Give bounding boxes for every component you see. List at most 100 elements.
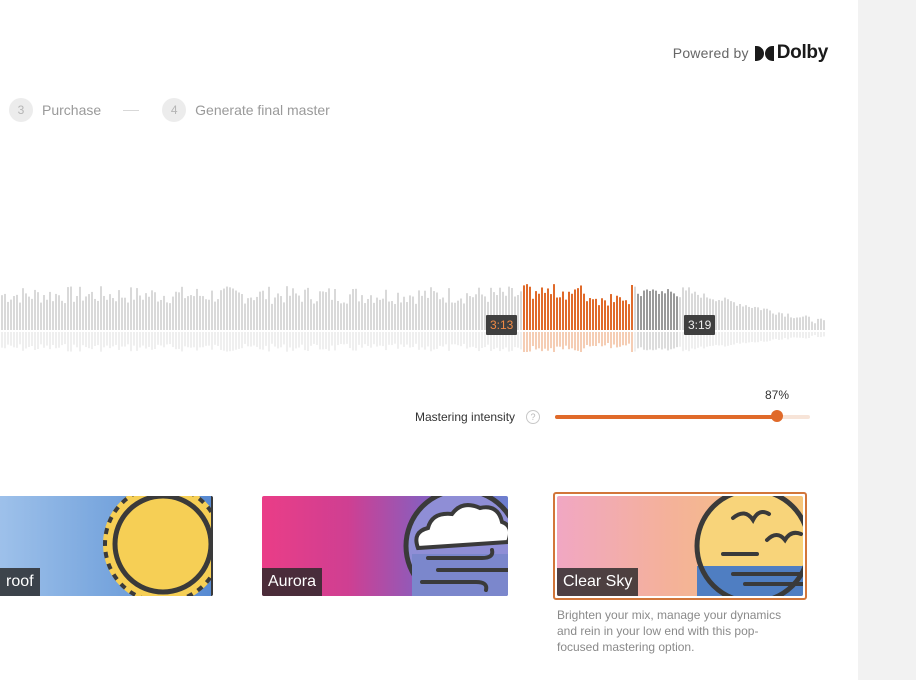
waveform-reflection-bar [328,332,330,351]
waveform-reflection-bar [586,332,588,345]
waveform-reflection-bar [352,332,354,351]
waveform-bar [283,302,285,330]
waveform-bar [82,300,84,330]
waveform-reflection-bar [757,332,759,343]
waveform-bar [553,284,555,330]
waveform-reflection-bar [94,332,96,346]
waveform-reflection-bar [610,332,612,349]
waveform-reflection-bar [523,332,525,352]
waveform-bar [334,289,336,330]
waveform-reflection-bar [253,332,255,346]
waveform-bar [343,302,345,330]
waveform-reflection-bar [817,332,819,337]
waveform-bar [715,301,717,330]
waveform-bar [238,292,240,330]
waveform-reflection-bar [796,332,798,338]
waveform-bar [352,289,354,330]
waveform-bar [418,290,420,330]
waveform-reflection-bar [394,332,396,344]
waveform-reflection-bar [49,332,51,350]
waveform-bar [220,290,222,330]
waveform-bar [271,303,273,330]
waveform-reflection-bar [655,332,657,350]
waveform-reflection-bar [793,332,795,338]
step-generate-final-master: 4 Generate final master [162,98,330,122]
waveform-bar [256,296,258,330]
waveform-bar [88,294,90,330]
waveform-reflection-bar [667,332,669,351]
waveform-reflection-bar [625,332,627,346]
waveform-reflection-bar [652,332,654,351]
waveform-bar [472,297,474,330]
waveform-reflection-bar [25,332,27,349]
waveform-bar [70,286,72,330]
waveform-bar [586,301,588,330]
waveform-reflection-bar [37,332,39,350]
preset-card-roof[interactable]: roof [0,496,213,596]
waveform-reflection-bar [205,332,207,346]
preset-card-aurora[interactable]: Aurora [262,496,508,596]
waveform-bar [631,285,633,330]
selection-start-time[interactable]: 3:13 [486,315,518,335]
waveform-bar [751,307,753,330]
intensity-slider-thumb[interactable] [770,410,783,422]
waveform-bar [574,289,576,330]
waveform-reflection-bar [472,332,474,347]
waveform-bar [28,296,30,330]
preset-card-clear-sky[interactable]: Clear Sky [557,496,803,596]
waveform-reflection-bar [85,332,87,348]
selection-end-time[interactable]: 3:19 [684,315,716,335]
waveform-reflection-bar [163,332,165,348]
waveform-reflection-bar [112,332,114,347]
waveform-reflection-bar [154,332,156,349]
waveform-reflection-bar [637,332,639,349]
waveform-reflection-bar [577,332,579,351]
waveform-bar [277,293,279,330]
waveform-reflection-bar [313,332,315,344]
waveform-bar [250,297,252,330]
waveform-bar [808,316,810,330]
waveform-bar [670,291,672,330]
waveform-reflection-bar [727,332,729,346]
waveform-reflection-bar [265,332,267,346]
waveform-reflection-bar [724,332,726,347]
waveform-reflection-bar [754,332,756,343]
waveform-bar [358,301,360,330]
waveform-reflection-bar [361,332,363,348]
waveform-bar [310,299,312,330]
waveform-bar [25,293,27,330]
waveform-reflection-bar [808,332,810,338]
step-number: 3 [9,98,33,122]
waveform-reflection-bar [199,332,201,348]
waveform-reflection-bar [196,332,198,351]
waveform-reflection-bar [379,332,381,346]
waveform-reflection-bar [220,332,222,350]
waveform-reflection-bar [799,332,801,338]
waveform-bar [205,299,207,330]
waveform-reflection-bar [244,332,246,344]
waveform-reflection-bar [40,332,42,345]
waveform-bar [454,302,456,330]
waveform-bar [118,290,120,330]
waveform-bar [265,299,267,330]
waveform-bar [232,288,234,330]
waveform-bar [736,305,738,330]
waveform-reflection-bar [346,332,348,344]
waveform-reflection-bar [271,332,273,344]
waveform-reflection-bar [604,332,606,346]
waveform-bar [55,293,57,330]
waveform-reflection-bar [790,332,792,338]
waveform-reflection-bar [562,332,564,350]
waveform-reflection-bar [190,332,192,348]
waveform-bar [538,293,540,330]
step-number: 4 [162,98,187,122]
waveform-bar [643,290,645,330]
help-icon[interactable]: ? [526,410,540,424]
waveform-bar [286,286,288,330]
waveform-reflection-bar [166,332,168,345]
waveform-reflection-bar [385,332,387,351]
waveform-reflection-bar [19,332,21,345]
waveform-bar [355,288,357,330]
waveform-bar [676,296,678,330]
waveform-reflection-bar [4,332,6,349]
